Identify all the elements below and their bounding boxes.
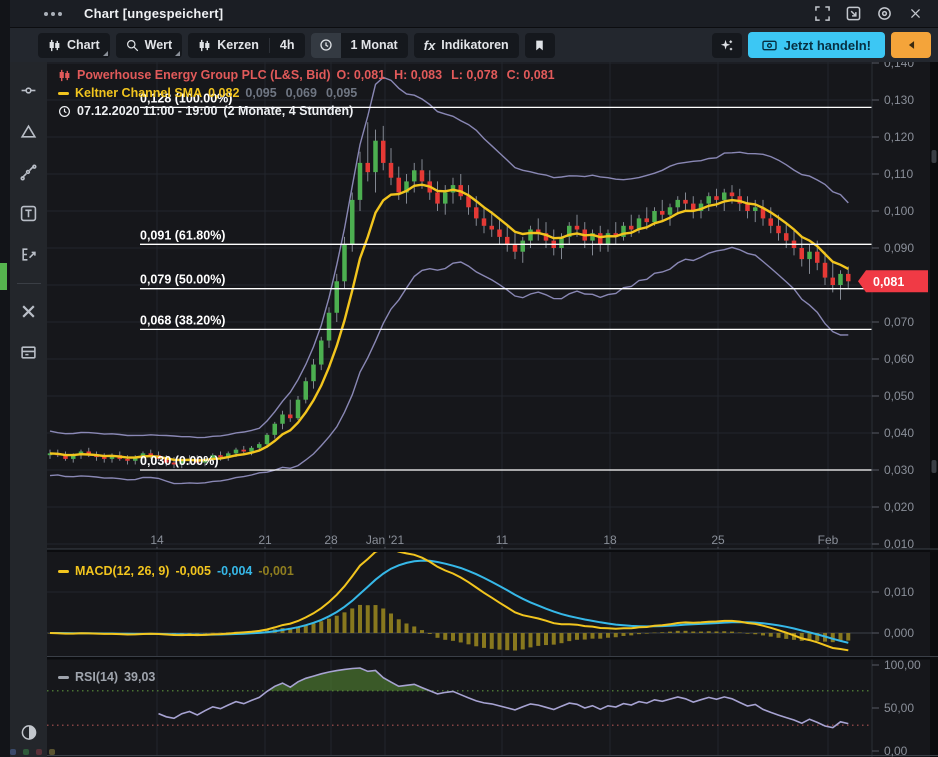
- instrument-name: Powerhouse Energy Group PLC (L&S, Bid): [77, 68, 331, 82]
- svg-text:0,100: 0,100: [884, 204, 914, 218]
- svg-text:0,000: 0,000: [884, 626, 914, 640]
- right-scroll-strip: [930, 62, 938, 757]
- indicators-button[interactable]: fx Indikatoren: [414, 33, 519, 58]
- period-group: 1 Monat: [311, 33, 408, 58]
- candles-icon: [198, 39, 211, 52]
- svg-text:0,070: 0,070: [884, 315, 914, 329]
- svg-text:0,068 (38.20%): 0,068 (38.20%): [140, 313, 225, 327]
- rsi-dash-icon: [58, 676, 69, 679]
- main-legend: Powerhouse Energy Group PLC (L&S, Bid) O…: [58, 66, 564, 120]
- period-clock-button[interactable]: [311, 33, 341, 58]
- visible-time-range: 07.12.2020 11:00 - 19:00: [77, 104, 217, 118]
- bookmark-button[interactable]: [525, 33, 555, 58]
- dock-icon-dots: [10, 749, 55, 757]
- candles-button[interactable]: Kerzen: [188, 33, 269, 58]
- svg-text:0,081: 0,081: [873, 275, 904, 289]
- trendline-tool[interactable]: [15, 158, 43, 186]
- banknote-icon: [762, 39, 777, 52]
- svg-text:50,00: 50,00: [884, 701, 914, 715]
- bookmark-icon: [533, 39, 546, 52]
- svg-text:0,091 (61.80%): 0,091 (61.80%): [140, 228, 225, 242]
- search-icon: [126, 39, 139, 52]
- svg-text:0,060: 0,060: [884, 352, 914, 366]
- instrument-candles-icon: [58, 69, 71, 82]
- fx-icon: fx: [424, 38, 436, 53]
- svg-text:0,030 (0.00%): 0,030 (0.00%): [140, 454, 219, 468]
- underlying-window-strip: [0, 0, 10, 757]
- svg-text:Jan '21: Jan '21: [366, 533, 405, 547]
- clock-icon: [58, 105, 71, 118]
- tools-tool[interactable]: [15, 297, 43, 325]
- collapse-panel-button[interactable]: [891, 32, 931, 58]
- rsi-label: RSI(14): [75, 670, 118, 684]
- visible-time-span: (2 Monate, 4 Stunden): [223, 104, 353, 118]
- svg-text:0,030: 0,030: [884, 463, 914, 477]
- svg-text:0,110: 0,110: [884, 167, 913, 181]
- chart-background: [47, 62, 938, 757]
- macd-label: MACD(12, 26, 9): [75, 564, 169, 578]
- chart-style-group: Kerzen 4h: [188, 33, 304, 58]
- svg-text:0,090: 0,090: [884, 241, 914, 255]
- taskbar-indicator: [0, 263, 7, 290]
- keltner-dash-icon: [58, 92, 69, 95]
- layout-panels-tool[interactable]: [15, 338, 43, 366]
- svg-text:0,120: 0,120: [884, 130, 914, 144]
- macd-legend: MACD(12, 26, 9) -0,005 -0,004 -0,001: [58, 562, 294, 580]
- titlebar: Chart [ungespeichert]: [10, 0, 938, 28]
- svg-text:28: 28: [324, 533, 338, 547]
- svg-text:100,00: 100,00: [884, 658, 921, 672]
- annotation-tool[interactable]: [15, 240, 43, 268]
- macd-dash-icon: [58, 570, 69, 573]
- triangle-left-icon: [906, 39, 917, 51]
- popout-icon[interactable]: [842, 3, 864, 25]
- candles-icon: [48, 39, 61, 52]
- close-icon[interactable]: [904, 3, 926, 25]
- svg-text:0,130: 0,130: [884, 93, 914, 107]
- chart-window: 0,128 (100.00%)0,091 (61.80%)0,079 (50.0…: [0, 0, 938, 757]
- toolbar: Chart Wert Kerzen 4h 1 Monat fx Indikato…: [10, 28, 938, 62]
- trade-button[interactable]: Jetzt handeln!: [748, 32, 885, 58]
- svg-text:Feb: Feb: [818, 533, 839, 547]
- theme-contrast-icon[interactable]: [20, 724, 37, 746]
- period-button[interactable]: 1 Monat: [341, 33, 408, 58]
- svg-text:0,010: 0,010: [884, 585, 914, 599]
- target-icon[interactable]: [873, 3, 895, 25]
- text-tool[interactable]: [15, 199, 43, 227]
- sidebar-divider: [17, 283, 41, 284]
- clock-icon: [319, 38, 333, 52]
- symbol-search-button[interactable]: Wert: [116, 33, 183, 58]
- keltner-label: Keltner Channel SMA: [75, 86, 202, 100]
- svg-text:0,00: 0,00: [884, 744, 908, 757]
- interval-button[interactable]: 4h: [270, 33, 305, 58]
- svg-text:11: 11: [496, 533, 509, 547]
- window-menu-icon[interactable]: [44, 12, 62, 16]
- svg-text:0,040: 0,040: [884, 426, 914, 440]
- fullscreen-icon[interactable]: [811, 3, 833, 25]
- svg-text:0,050: 0,050: [884, 389, 914, 403]
- chart-type-button[interactable]: Chart: [38, 33, 110, 58]
- drawing-tools-sidebar: [10, 62, 47, 757]
- rsi-legend: RSI(14) 39,03: [58, 668, 155, 686]
- svg-text:0,079 (50.00%): 0,079 (50.00%): [140, 273, 225, 287]
- magic-wand-button[interactable]: [712, 33, 742, 58]
- shapes-tool[interactable]: [15, 117, 43, 145]
- svg-text:21: 21: [258, 533, 272, 547]
- svg-text:14: 14: [150, 533, 164, 547]
- window-title: Chart [ungespeichert]: [84, 6, 223, 21]
- svg-text:0,020: 0,020: [884, 500, 914, 514]
- crosshair-tool[interactable]: [15, 76, 43, 104]
- svg-text:18: 18: [603, 533, 617, 547]
- svg-text:25: 25: [711, 533, 725, 547]
- sparkles-icon: [719, 38, 734, 53]
